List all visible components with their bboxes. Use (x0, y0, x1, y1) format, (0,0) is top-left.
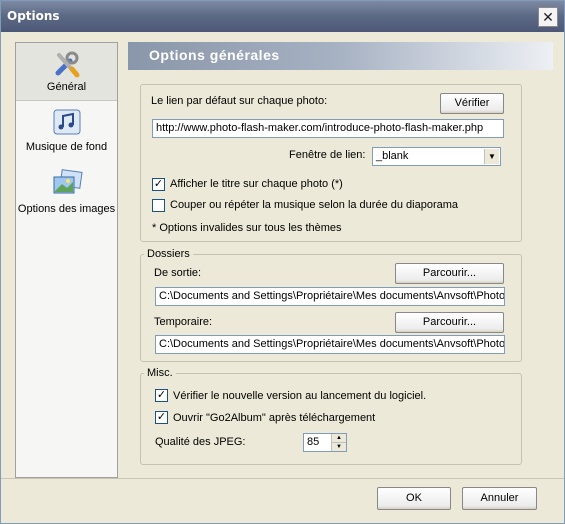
window-label: Fenêtre de lien: (289, 149, 366, 161)
images-icon (53, 169, 83, 194)
show-title-checkbox[interactable]: ✓ (152, 178, 165, 191)
jpeg-quality-stepper[interactable]: 85 ▲ ▼ (303, 433, 347, 452)
link-window-select[interactable]: _blank ▼ (372, 147, 501, 166)
footer-divider (1, 478, 564, 479)
default-link-label: Le lien par défaut sur chaque photo: (151, 95, 328, 107)
sidebar-item-label: Options des images (17, 203, 116, 215)
music-icon (53, 109, 80, 135)
show-title-label: Afficher le titre sur chaque photo (*) (170, 178, 343, 190)
output-browse-button[interactable]: Parcourir... (395, 263, 504, 284)
options-window: Options ✕ Général Musique de fond Option… (0, 0, 565, 524)
options-note: * Options invalides sur tous les thèmes (152, 222, 342, 234)
open-album-checkbox[interactable]: ✓ (155, 411, 168, 424)
page-title: Options générales (149, 47, 280, 63)
jpeg-quality-value: 85 (307, 436, 320, 448)
ok-button[interactable]: OK (377, 487, 451, 510)
output-folder-label: De sortie: (154, 267, 202, 279)
folders-group: Dossiers De sortie: Parcourir... C:\Docu… (140, 248, 522, 362)
temp-folder-label: Temporaire: (154, 316, 213, 328)
sidebar-item-label: Général (46, 81, 87, 93)
link-options-group: Le lien par défaut sur chaque photo: Vér… (140, 84, 522, 242)
sidebar: Général Musique de fond Options des imag… (15, 42, 118, 478)
content-panel: Options générales Le lien par défaut sur… (124, 42, 553, 478)
cut-music-checkbox[interactable] (152, 199, 165, 212)
misc-group: Misc. ✓ Vérifier le nouvelle version au … (140, 367, 522, 465)
sidebar-item-music[interactable]: Musique de fond (16, 109, 117, 161)
jpeg-quality-label: Qualité des JPEG: (155, 436, 246, 448)
section-header: Options générales (128, 42, 553, 70)
chevron-up-icon[interactable]: ▲ (332, 434, 346, 442)
temp-browse-button[interactable]: Parcourir... (395, 312, 504, 333)
folders-legend: Dossiers (144, 248, 193, 260)
sidebar-item-label: Musique de fond (25, 141, 108, 153)
check-version-label: Vérifier le nouvelle version au lancemen… (173, 390, 427, 402)
sidebar-item-general[interactable]: Général (16, 43, 117, 101)
cancel-button[interactable]: Annuler (462, 487, 537, 510)
chevron-down-icon[interactable]: ▼ (484, 149, 499, 164)
misc-legend: Misc. (144, 367, 176, 379)
check-version-checkbox[interactable]: ✓ (155, 389, 168, 402)
close-button[interactable]: ✕ (538, 7, 558, 27)
close-icon: ✕ (542, 8, 554, 25)
title-bar[interactable]: Options ✕ (1, 1, 564, 32)
temp-folder-input[interactable]: C:\Documents and Settings\Propriétaire\M… (155, 335, 505, 354)
sidebar-item-images[interactable]: Options des images (16, 169, 117, 221)
output-folder-input[interactable]: C:\Documents and Settings\Propriétaire\M… (155, 287, 505, 306)
url-input[interactable]: http://www.photo-flash-maker.com/introdu… (152, 119, 504, 138)
chevron-down-icon[interactable]: ▼ (332, 442, 346, 450)
window-title: Options (7, 9, 60, 23)
cut-music-label: Couper ou répéter la musique selon la du… (170, 199, 459, 211)
stepper-controls[interactable]: ▲ ▼ (331, 434, 346, 451)
link-window-value: _blank (376, 150, 409, 162)
open-album-label: Ouvrir "Go2Album" après téléchargement (173, 412, 376, 424)
verify-button[interactable]: Vérifier (440, 93, 504, 114)
tools-icon (55, 51, 79, 78)
